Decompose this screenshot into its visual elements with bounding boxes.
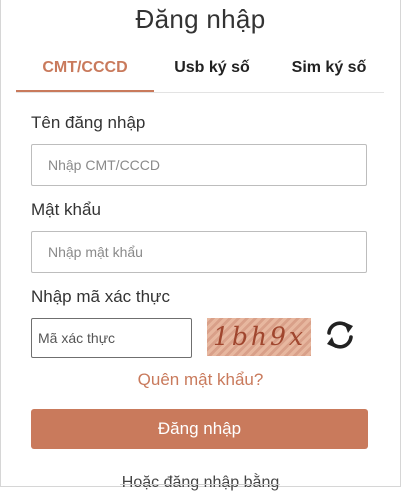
password-input[interactable] [31,231,367,273]
tab-cmt-cccd[interactable]: CMT/CCCD [16,50,154,93]
forgot-password-link[interactable]: Quên mật khẩu? [0,370,401,390]
captcha-image: 1bh9x [207,318,311,356]
username-label: Tên đăng nhập [31,113,146,132]
login-method-tabs: CMT/CCCD Usb ký số Sim ký số [16,50,384,94]
username-input[interactable] [31,144,367,186]
captcha-input[interactable] [31,318,192,358]
page-title: Đăng nhập [135,4,266,34]
login-button[interactable]: Đăng nhập [31,409,368,449]
captcha-label: Nhập mã xác thực [31,287,170,306]
alt-login-text: Hoặc đăng nhập bằng [121,474,280,491]
tab-sim-ky-so[interactable]: Sim ký số [282,50,376,90]
tabs-divider [16,92,384,93]
password-label: Mật khẩu [31,200,101,219]
captcha-text: 1bh9x [213,322,307,351]
refresh-icon[interactable] [324,319,356,351]
tab-usb-ky-so[interactable]: Usb ký số [166,50,258,90]
alt-login-divider [120,484,280,485]
